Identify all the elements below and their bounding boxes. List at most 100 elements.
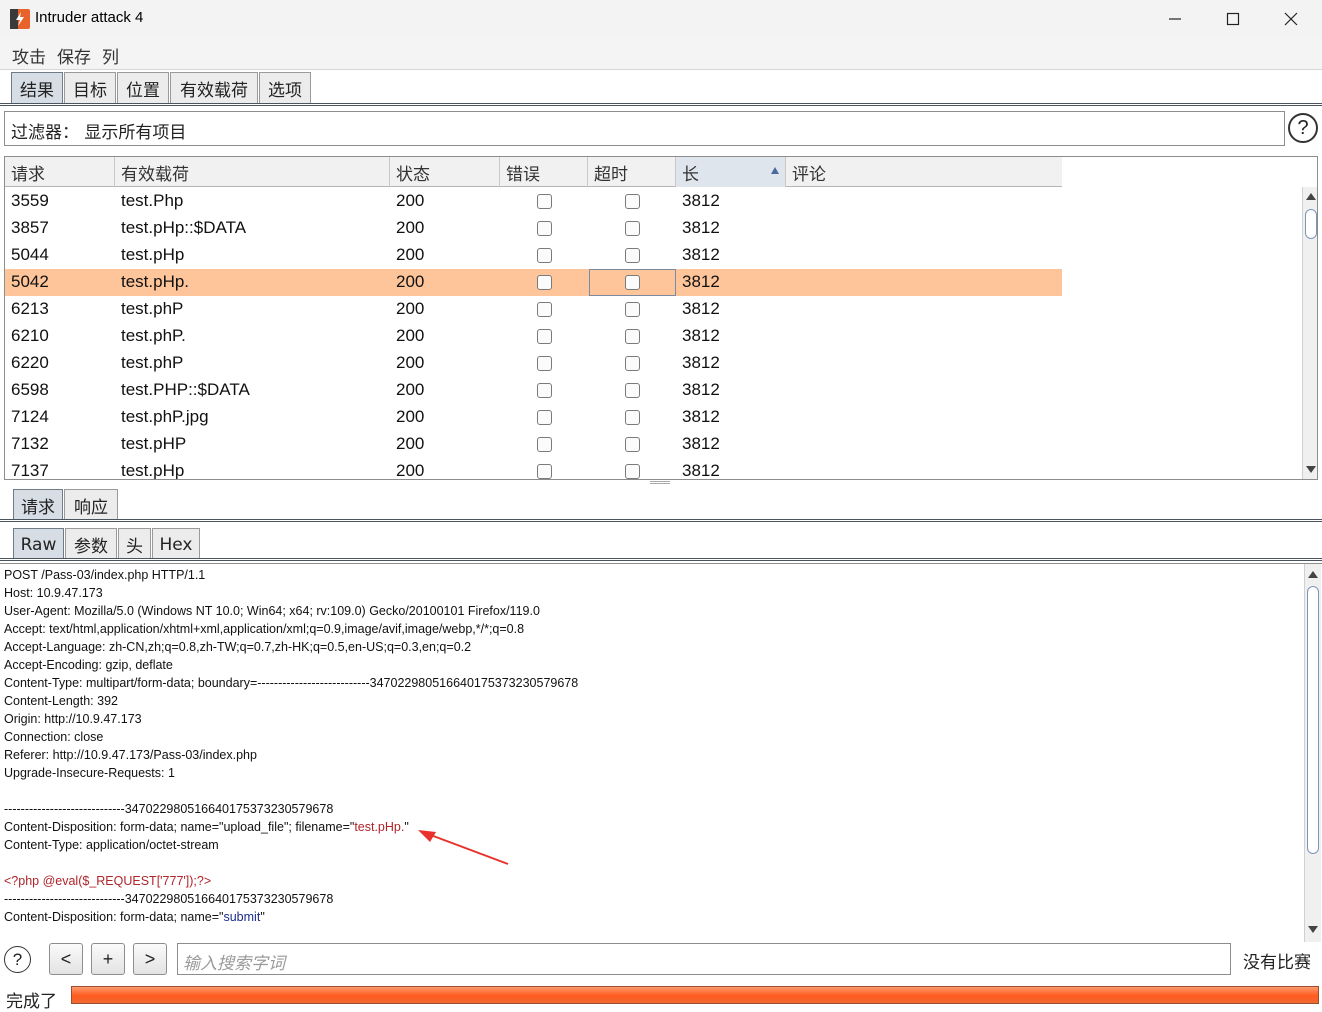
checkbox-error[interactable]	[537, 302, 552, 317]
column-header-comment[interactable]: 评论	[786, 157, 1062, 187]
table-row[interactable]: 6220 test.phP 200 3812	[5, 350, 1062, 377]
tab-options[interactable]: 选项	[259, 72, 311, 104]
checkbox-error[interactable]	[537, 356, 552, 371]
scroll-down-icon[interactable]	[1306, 466, 1316, 473]
cell-length: 3812	[682, 245, 720, 264]
column-header-error[interactable]: 错误	[500, 157, 588, 187]
column-header-length[interactable]: 长	[676, 157, 786, 187]
close-button[interactable]	[1262, 0, 1320, 38]
table-row[interactable]: 7132 test.pHP 200 3812	[5, 431, 1062, 458]
tab-request[interactable]: 请求	[13, 489, 63, 521]
maximize-button[interactable]	[1204, 0, 1262, 38]
table-row[interactable]: 6598 test.PHP::$DATA 200 3812	[5, 377, 1062, 404]
scroll-up-icon[interactable]	[1308, 571, 1318, 578]
checkbox-timeout[interactable]	[625, 410, 640, 425]
column-header-length-label: 长	[682, 165, 699, 185]
cell-status: 200	[396, 191, 425, 210]
checkbox-timeout[interactable]	[625, 437, 640, 452]
checkbox-timeout[interactable]	[625, 221, 640, 236]
checkbox-timeout[interactable]	[625, 329, 640, 344]
cell-status: 200	[396, 380, 425, 399]
cell-payload: test.pHp::$DATA	[121, 218, 247, 237]
raw-segment: Connection: close	[4, 730, 104, 744]
table-row[interactable]: 3559 test.Php 200 3812	[5, 188, 1062, 215]
table-row[interactable]: 3857 test.pHp::$DATA 200 3812	[5, 215, 1062, 242]
raw-line: Content-Type: application/octet-stream	[4, 836, 1300, 854]
match-count-label: 没有比赛	[1243, 953, 1311, 973]
checkbox-timeout[interactable]	[625, 356, 640, 371]
cell-length: 3812	[682, 461, 720, 480]
checkbox-timeout[interactable]	[625, 248, 640, 263]
table-scrollbar-thumb[interactable]	[1305, 209, 1317, 239]
checkbox-timeout[interactable]	[625, 275, 640, 290]
table-row[interactable]: 5042 test.pHp. 200 3812	[5, 269, 1062, 296]
raw-segment: Accept-Language: zh-CN,zh;q=0.8,zh-TW;q=…	[4, 640, 472, 654]
tab-target[interactable]: 目标	[64, 72, 116, 104]
raw-segment: submit	[223, 910, 261, 924]
checkbox-timeout[interactable]	[625, 194, 640, 209]
menu-save[interactable]: 保存	[57, 43, 91, 68]
checkbox-error[interactable]	[537, 410, 552, 425]
menu-columns[interactable]: 列	[102, 43, 119, 68]
search-input[interactable]: 输入搜索字词	[177, 943, 1231, 975]
raw-request-editor[interactable]: POST /Pass-03/index.php HTTP/1.1 Host: 10…	[0, 563, 1322, 942]
tab-hex[interactable]: Hex	[152, 528, 200, 560]
search-help-button[interactable]: ?	[4, 946, 31, 973]
tab-positions[interactable]: 位置	[117, 72, 169, 104]
split-pane-handle[interactable]	[650, 481, 670, 484]
raw-line	[4, 854, 1300, 872]
minimize-button[interactable]	[1146, 0, 1204, 38]
tab-raw[interactable]: Raw	[13, 528, 64, 560]
filter-bar[interactable]: 过滤器： 显示所有项目	[4, 111, 1285, 146]
table-row[interactable]: 7124 test.phP.jpg 200 3812	[5, 404, 1062, 431]
tab-response[interactable]: 响应	[64, 489, 118, 521]
main-tab-divider	[0, 103, 1322, 106]
table-scrollbar[interactable]	[1302, 187, 1317, 479]
menu-attack[interactable]: 攻击	[12, 43, 46, 68]
cell-status: 200	[396, 326, 425, 345]
search-next-button[interactable]: >	[133, 943, 167, 975]
annotation-arrow-icon	[418, 830, 509, 865]
cell-payload: test.phP.	[121, 326, 186, 345]
raw-scrollbar-thumb[interactable]	[1307, 586, 1319, 854]
raw-segment: Content-Type: application/octet-stream	[4, 838, 219, 852]
raw-line: Upgrade-Insecure-Requests: 1	[4, 764, 1300, 782]
tab-results[interactable]: 结果	[11, 72, 63, 104]
column-header-status[interactable]: 状态	[390, 157, 500, 187]
tab-payloads[interactable]: 有效载荷	[170, 72, 258, 104]
checkbox-error[interactable]	[537, 329, 552, 344]
checkbox-timeout[interactable]	[625, 302, 640, 317]
raw-segment: "	[260, 910, 265, 924]
checkbox-error[interactable]	[537, 221, 552, 236]
window-title: Intruder attack 4	[35, 9, 144, 26]
column-header-payload[interactable]: 有效载荷	[115, 157, 390, 187]
checkbox-error[interactable]	[537, 248, 552, 263]
column-header-timeout[interactable]: 超时	[588, 157, 676, 187]
column-header-request[interactable]: 请求	[5, 157, 115, 187]
raw-scrollbar[interactable]	[1304, 564, 1321, 942]
tab-headers[interactable]: 头	[118, 528, 151, 560]
checkbox-error[interactable]	[537, 383, 552, 398]
checkbox-error[interactable]	[537, 464, 552, 479]
table-row[interactable]: 7137 test.pHp 200 3812	[5, 458, 1062, 480]
checkbox-error[interactable]	[537, 194, 552, 209]
checkbox-timeout[interactable]	[625, 383, 640, 398]
search-previous-button[interactable]: <	[49, 943, 83, 975]
scroll-down-icon[interactable]	[1308, 926, 1318, 933]
table-row[interactable]: 6213 test.phP 200 3812	[5, 296, 1062, 323]
checkbox-error[interactable]	[537, 275, 552, 290]
scroll-up-icon[interactable]	[1306, 193, 1316, 200]
checkbox-timeout[interactable]	[625, 464, 640, 479]
raw-request-text[interactable]: POST /Pass-03/index.php HTTP/1.1 Host: 10…	[4, 566, 1300, 926]
tab-params[interactable]: 参数	[65, 528, 117, 560]
cell-length: 3812	[682, 407, 720, 426]
close-icon	[1284, 12, 1298, 26]
table-row[interactable]: 5044 test.pHp 200 3812	[5, 242, 1062, 269]
table-row[interactable]: 6210 test.phP. 200 3812	[5, 323, 1062, 350]
checkbox-error[interactable]	[537, 437, 552, 452]
filter-help-button[interactable]: ?	[1288, 113, 1318, 143]
cell-payload: test.pHp.	[121, 272, 190, 291]
sort-ascending-icon	[771, 167, 779, 174]
search-add-button[interactable]: +	[91, 943, 125, 975]
cell-status: 200	[396, 434, 425, 453]
